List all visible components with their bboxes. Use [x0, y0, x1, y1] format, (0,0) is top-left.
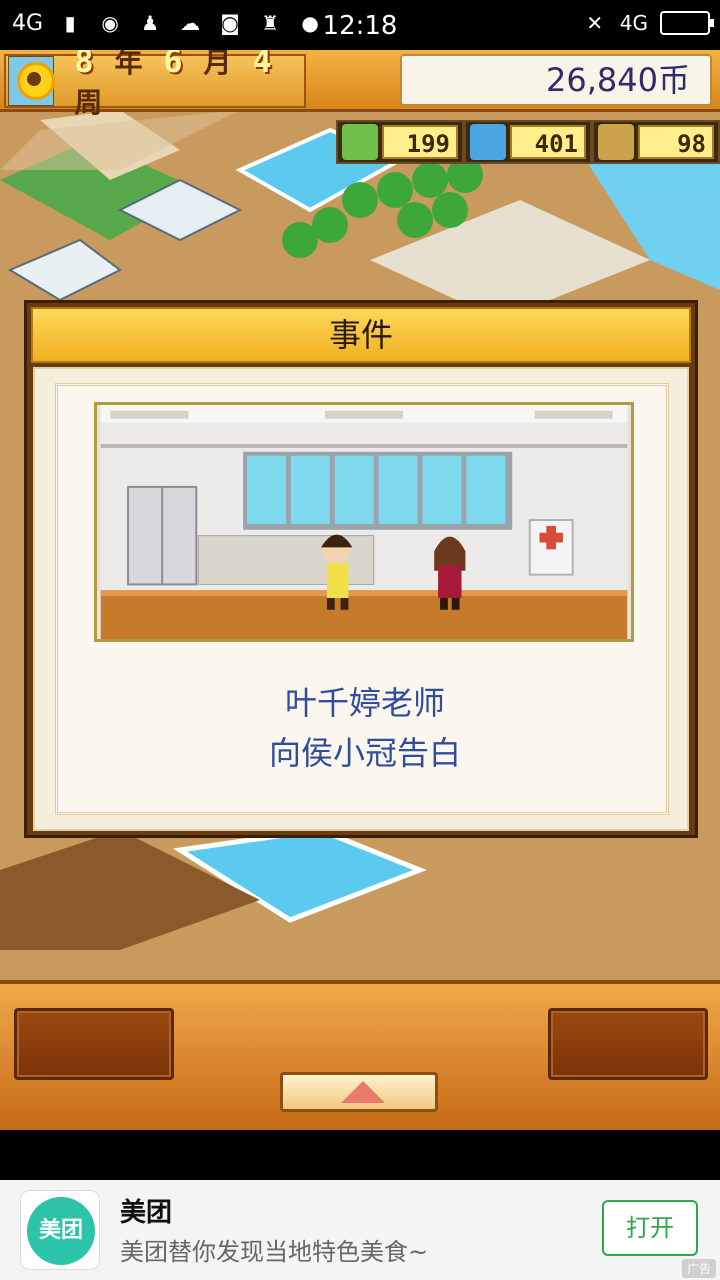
- week-value: 4: [252, 50, 274, 80]
- event-title: 事件: [31, 307, 691, 363]
- ceiling-light: [534, 410, 613, 419]
- event-message: 叶千婷老师 向侯小冠告白: [58, 678, 672, 778]
- event-line-1: 叶千婷老师: [284, 684, 445, 722]
- ad-banner[interactable]: 美团 美团 美团替你发现当地特色美食~ 打开 广告: [0, 1180, 720, 1280]
- meituan-logo-icon[interactable]: 美团: [20, 1190, 100, 1270]
- event-line-2: 向侯小冠告白: [268, 734, 461, 772]
- trophy-icon: [598, 124, 634, 160]
- arrow-up-icon: [341, 1081, 385, 1103]
- ad-label: 广告: [681, 1259, 716, 1278]
- date-box[interactable]: 8 年 6 月 4 周: [4, 50, 306, 119]
- year-value: 8: [74, 50, 96, 80]
- top-hud: 8 年 6 月 4 周 26,840币: [0, 50, 720, 119]
- menu-slot-right[interactable]: [548, 1008, 708, 1080]
- ad-title: 美团: [120, 1198, 173, 1228]
- pencil-icon: [342, 124, 378, 160]
- event-body: 叶千婷老师 向侯小冠告白: [33, 367, 689, 831]
- date-display: 8 年 6 月 4 周: [74, 50, 304, 121]
- resource-value: 199: [382, 125, 458, 159]
- flask-icon: [470, 124, 506, 160]
- resource-pencil[interactable]: 199: [336, 120, 464, 164]
- game-screen[interactable]: 8 年 6 月 4 周 26,840币 199 401 98 事件 叶千婷老师 …: [0, 50, 720, 1130]
- floor-edge: [100, 590, 628, 597]
- ad-description: 美团替你发现当地特色美食~: [120, 1238, 429, 1266]
- lockers: [127, 485, 198, 586]
- month-value: 6: [163, 50, 185, 80]
- ceiling-light: [110, 410, 189, 419]
- floor: [100, 590, 628, 639]
- status-bar: 4G ▮ ◉ ♟ ☁ ◙ ♜ ● 12:18 ✕ 4G: [0, 0, 720, 50]
- expand-menu-button[interactable]: [280, 1072, 438, 1112]
- window: [243, 451, 513, 530]
- month-unit: 月: [203, 50, 234, 79]
- resource-flask[interactable]: 401: [464, 120, 592, 164]
- network-type-right: 4G: [619, 11, 648, 35]
- ceiling-light: [325, 410, 403, 419]
- resource-bar: 199 401 98: [336, 120, 720, 164]
- logo-text: 美团: [27, 1197, 95, 1265]
- bottom-panel: [0, 980, 720, 1130]
- status-right: ✕ 4G: [582, 10, 714, 36]
- event-dialog[interactable]: 事件 叶千婷老师 向侯小冠告白: [24, 300, 698, 838]
- black-gap: [0, 1130, 720, 1180]
- resource-trophy[interactable]: 98: [592, 120, 720, 164]
- first-aid-cabinet: [528, 519, 574, 576]
- battery-icon: [660, 11, 714, 35]
- money-display[interactable]: 26,840币: [400, 54, 712, 106]
- wall-trim: [100, 444, 628, 448]
- sunflower-icon: [8, 56, 56, 106]
- menu-slot-left[interactable]: [14, 1008, 174, 1080]
- resource-value: 98: [638, 125, 714, 159]
- week-unit: 周: [74, 86, 105, 119]
- resource-value: 401: [510, 125, 586, 159]
- mute-icon: ✕: [586, 11, 604, 35]
- open-button[interactable]: 打开: [602, 1200, 698, 1256]
- year-unit: 年: [114, 50, 145, 79]
- event-inner-frame: 叶千婷老师 向侯小冠告白: [55, 383, 669, 815]
- classroom-scene-image: [94, 402, 634, 642]
